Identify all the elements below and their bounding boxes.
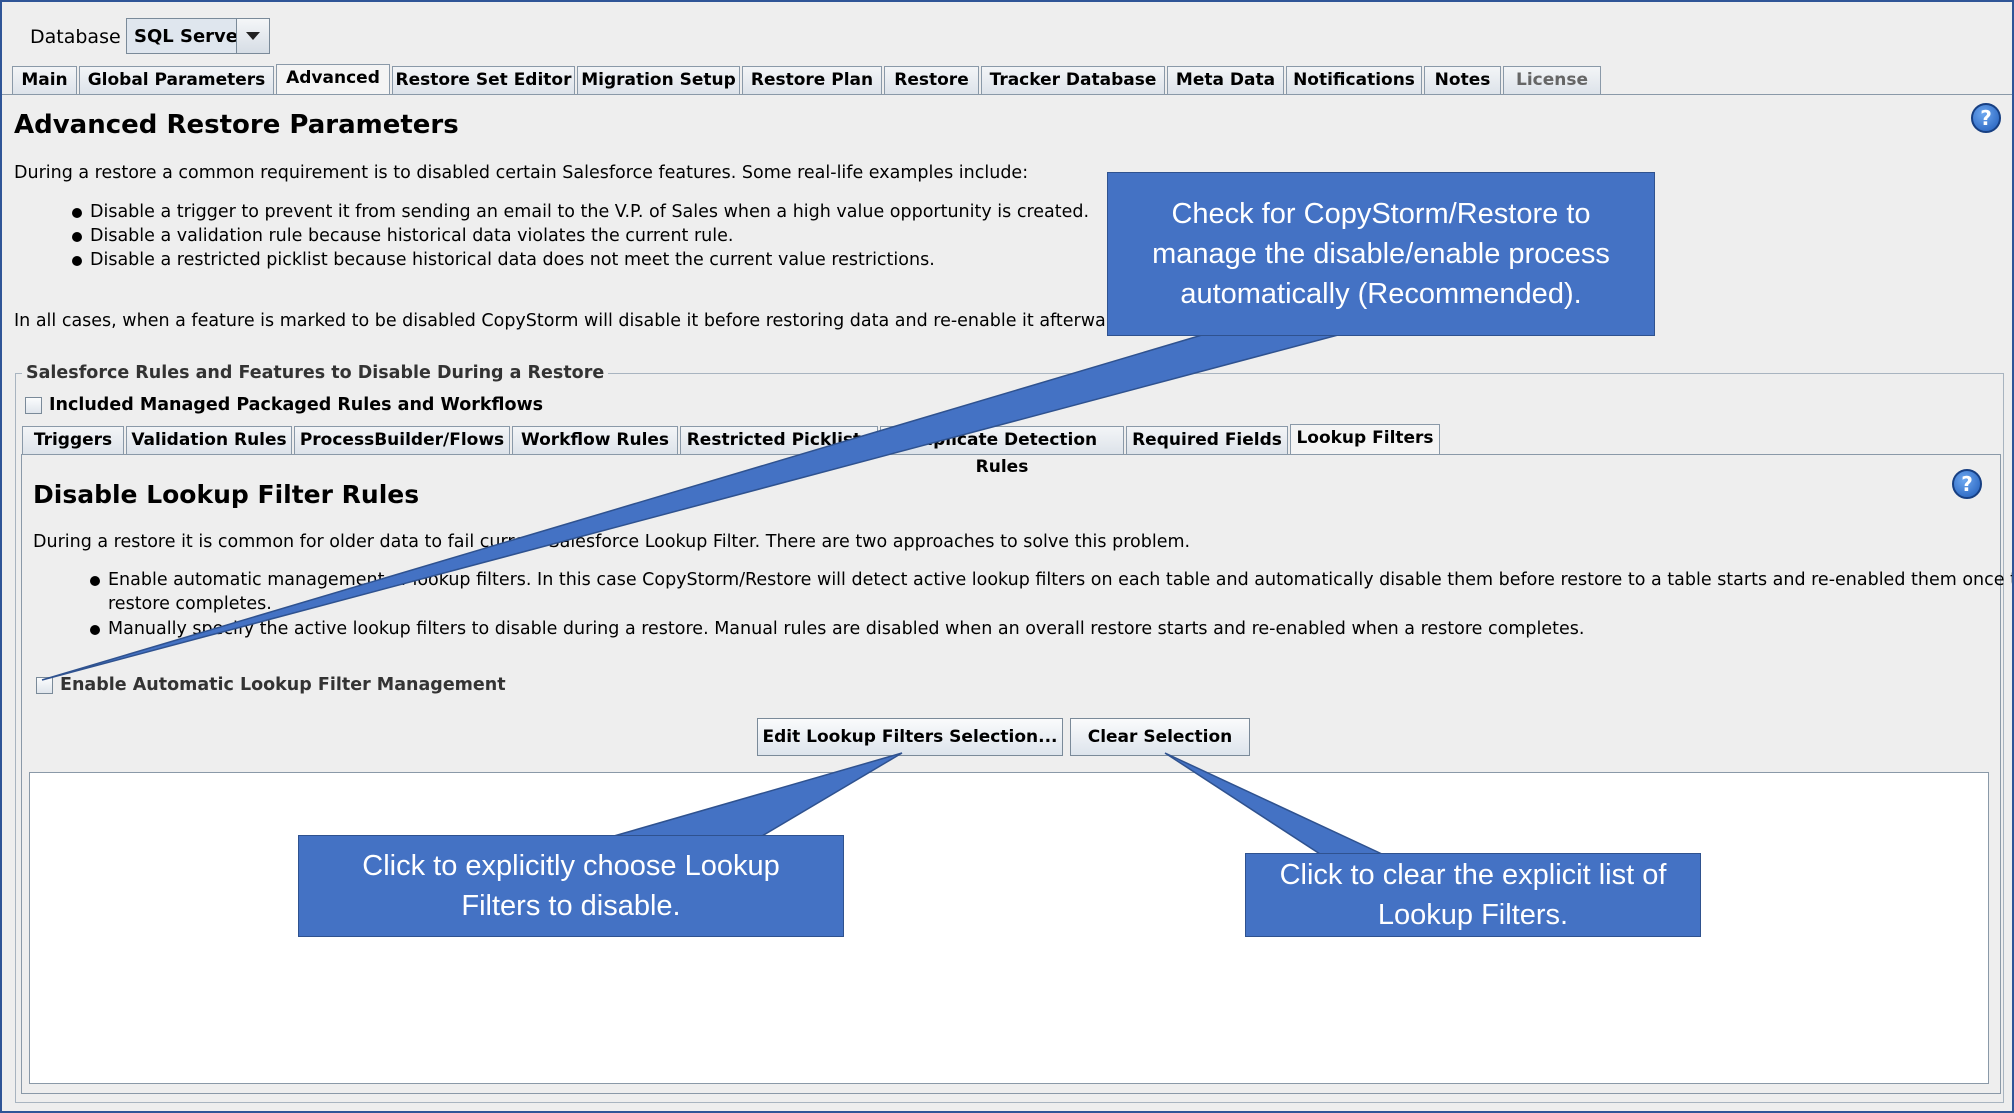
callout-clear-selection: Click to clear the explicit list of Look… (1245, 853, 1701, 937)
callout-pointer-auto (41, 334, 1339, 681)
callout-pointers (41, 334, 1383, 855)
callout-pointer-edit (613, 752, 903, 837)
callout-pointer-clear (1164, 752, 1383, 855)
callout-edit-selection: Click to explicitly choose Lookup Filter… (298, 835, 844, 937)
app-window: Database SQL Server Main Global Paramete… (0, 0, 2014, 1113)
callout-auto-management: Check for CopyStorm/Restore to manage th… (1107, 172, 1655, 336)
